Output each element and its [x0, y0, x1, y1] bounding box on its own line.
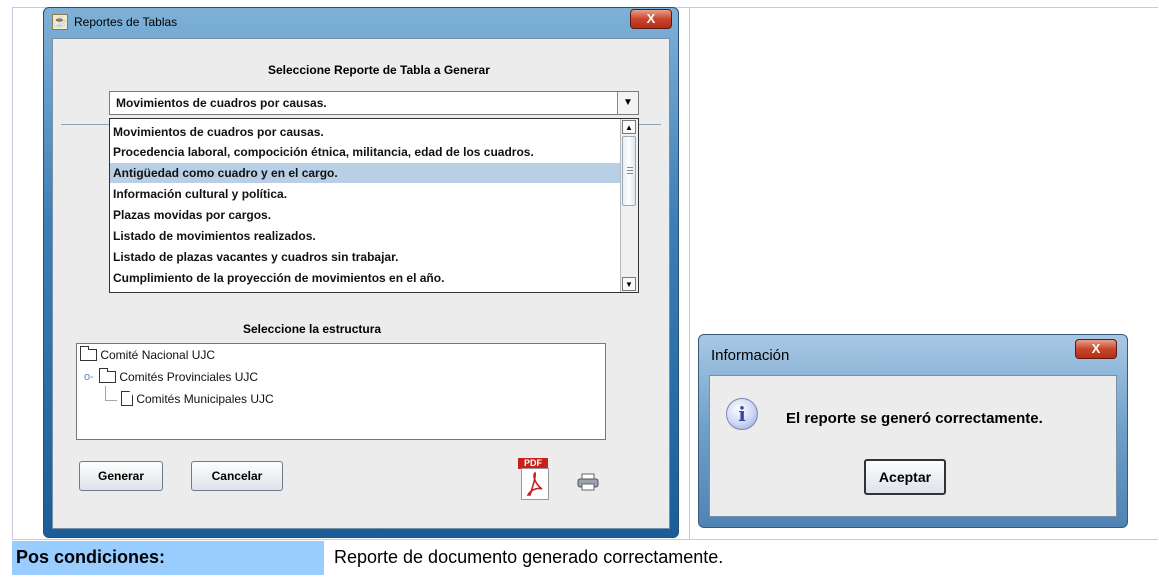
window-client-area: Seleccione Reporte de Tabla a Generar Mo… — [52, 38, 670, 529]
dialog-title: Información — [711, 347, 790, 364]
dropdown-option[interactable]: Información cultural y política. — [110, 184, 623, 204]
dropdown-option[interactable]: Movimientos de cuadros por causas. — [110, 122, 623, 142]
pdf-page-shape — [521, 468, 549, 500]
dropdown-option[interactable]: Plazas movidas por cargos. — [110, 205, 623, 225]
thumb-grip — [627, 170, 633, 171]
report-type-combobox[interactable]: Movimientos de cuadros por causas. ▼ — [109, 91, 639, 115]
accept-button[interactable]: Aceptar — [864, 459, 946, 495]
dropdown-scrollbar[interactable]: ▲ ▼ — [620, 119, 638, 292]
tree-node-municipal[interactable]: Comités Municipales UJC — [121, 391, 274, 406]
frame-bottom-border — [12, 539, 1158, 540]
tree-node-provincial[interactable]: Comités Provinciales UJC — [99, 368, 259, 384]
document-icon — [121, 391, 133, 406]
cancel-button[interactable]: Cancelar — [191, 461, 283, 491]
scroll-up-icon[interactable]: ▲ — [622, 120, 636, 134]
structure-tree: Comité Nacional UJC o- Comités Provincia… — [76, 343, 606, 440]
tree-connector — [105, 400, 117, 401]
dropdown-option[interactable]: Cumplimiento de la proyección de movimie… — [110, 268, 623, 288]
scrollbar-thumb[interactable] — [622, 136, 636, 206]
structure-heading: Seleccione la estructura — [243, 322, 382, 336]
scroll-down-icon[interactable]: ▼ — [622, 277, 636, 291]
postconditions-label: Pos condiciones: — [16, 547, 166, 567]
pdf-icon[interactable]: PDF — [518, 458, 552, 502]
dialog-close-button[interactable]: X — [1075, 339, 1117, 359]
tree-node-label: Comités Provinciales UJC — [119, 370, 259, 384]
folder-icon — [99, 368, 116, 383]
dropdown-option[interactable]: Listado de plazas vacantes y cuadros sin… — [110, 247, 623, 267]
tree-node-root[interactable]: Comité Nacional UJC — [80, 346, 216, 362]
reportes-window: ☕ Reportes de Tablas X Seleccione Report… — [43, 7, 679, 538]
chevron-down-icon[interactable]: ▼ — [617, 92, 638, 114]
generate-button[interactable]: Generar — [79, 461, 163, 491]
close-button[interactable]: X — [630, 9, 672, 29]
tree-connector — [105, 386, 106, 400]
info-dialog: Información X i El reporte se generó cor… — [698, 334, 1128, 528]
printer-icon[interactable] — [577, 473, 599, 491]
frame-middle-divider — [689, 7, 690, 539]
postconditions-label-cell: Pos condiciones: — [12, 541, 324, 575]
info-icon: i — [726, 398, 758, 430]
report-heading: Seleccione Reporte de Tabla a Generar — [268, 63, 490, 77]
tree-node-label: Comités Municipales UJC — [136, 392, 274, 406]
postconditions-value: Reporte de documento generado correctame… — [334, 547, 724, 567]
window-title: Reportes de Tablas — [74, 15, 178, 29]
dropdown-option[interactable]: Procedencia laboral, compocición étnica,… — [110, 142, 623, 162]
window-titlebar[interactable]: ☕ Reportes de Tablas X — [44, 8, 678, 36]
dropdown-option[interactable]: Listado de movimientos realizados. — [110, 226, 623, 246]
combobox-selected-value: Movimientos de cuadros por causas. — [116, 96, 327, 110]
dialog-message: El reporte se generó correctamente. — [786, 410, 1043, 427]
dialog-client-area: i El reporte se generó correctamente. Ac… — [709, 375, 1117, 517]
report-type-dropdown-list: Movimientos de cuadros por causas. Proce… — [109, 118, 639, 293]
thumb-grip — [627, 173, 633, 174]
java-icon: ☕ — [52, 14, 68, 30]
tree-expander-icon[interactable]: o- — [84, 371, 94, 383]
tree-node-label: Comité Nacional UJC — [100, 348, 216, 362]
frame-left-border — [12, 7, 13, 539]
folder-icon — [80, 346, 97, 361]
dropdown-option-selected[interactable]: Antigüedad como cuadro y en el cargo. — [110, 163, 623, 183]
thumb-grip — [627, 167, 633, 168]
